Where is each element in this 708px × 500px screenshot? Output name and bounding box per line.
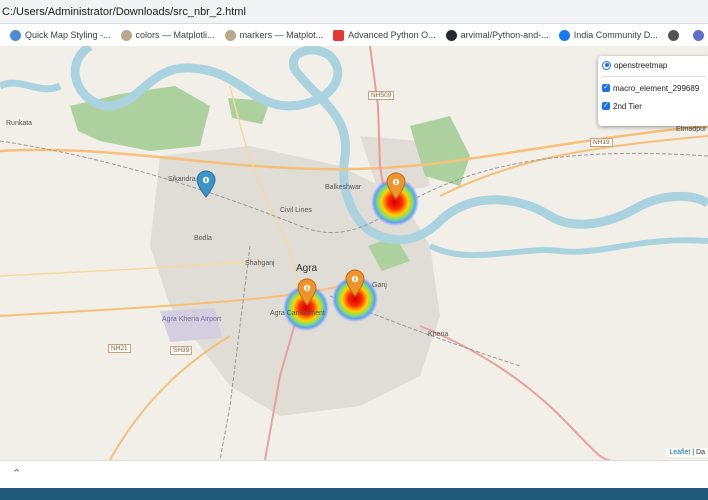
road-badge: NH19 (590, 138, 613, 147)
youtube-icon (333, 29, 345, 41)
bookmark-label: Quick Map Styling -... (25, 30, 111, 40)
map-label: Etmadpur (676, 126, 707, 133)
bookmark-0[interactable]: Quick Map Styling -... (10, 29, 111, 41)
layer-divider (602, 76, 706, 77)
base-layer-option[interactable]: openstreetmap (598, 56, 708, 74)
map-label: Agra Kheria Airport (162, 316, 222, 323)
road-badge: NH21 (108, 344, 131, 353)
os-taskbar (0, 488, 708, 500)
map-label-city: Agra (296, 263, 318, 274)
map-attribution: Leaflet | Da (666, 448, 708, 457)
extension-icon (692, 29, 704, 41)
map-label: Kheria (428, 331, 449, 338)
map-label: Civil Lines (280, 207, 312, 214)
bookmark-label: markers — Matplot... (239, 30, 324, 40)
info-icon (306, 286, 308, 290)
map-marker-orange[interactable] (345, 269, 365, 297)
map-label: Balkeshwar (325, 184, 362, 191)
bookmark-label: colors — Matplotli... (135, 30, 215, 40)
overlay-option[interactable]: ✓ macro_element_299689 (598, 79, 708, 97)
chevron-up-icon[interactable]: ⌃ (12, 467, 21, 480)
bookmark-label: arvimal/Python-and-... (460, 30, 549, 40)
bookmark-4[interactable]: arvimal/Python-and-... (445, 29, 549, 41)
attribution-text: | Da (690, 449, 705, 456)
radio-selected-icon[interactable] (602, 60, 611, 70)
layer-control: openstreetmap ✓ macro_element_299689 ✓ 2… (598, 56, 708, 126)
base-layer-label: openstreetmap (614, 60, 668, 70)
matplotlib-icon (224, 29, 236, 41)
bookmarks-bar: Quick Map Styling -... colors — Matplotl… (0, 24, 708, 47)
bookmark-label: India Community D... (573, 30, 658, 40)
bookmark-label: Advanced Python O... (348, 30, 436, 40)
address-bar[interactable]: C:/Users/Administrator/Downloads/src_nbr… (0, 0, 708, 24)
address-text: C:/Users/Administrator/Downloads/src_nbr… (2, 6, 246, 18)
road-badge: NH509 (368, 91, 395, 100)
bookmark-1[interactable]: colors — Matplotli... (120, 29, 215, 41)
map-marker-blue[interactable] (196, 170, 216, 198)
leaflet-link[interactable]: Leaflet (669, 449, 690, 456)
bookmark-5[interactable]: India Community D... (558, 29, 658, 41)
bookmark-2[interactable]: markers — Matplot... (224, 29, 324, 41)
map-label: Ganj (372, 282, 387, 289)
info-icon (395, 180, 397, 184)
facebook-icon (558, 29, 570, 41)
globe-icon (667, 29, 679, 41)
map-label: Runkata (6, 120, 33, 127)
browser-bottom-bar: ⌃ (0, 460, 708, 489)
map-marker-orange[interactable] (297, 278, 317, 306)
overlay-option[interactable]: ✓ 2nd Tier (598, 97, 708, 115)
info-icon (354, 277, 356, 281)
map-styling-icon (10, 29, 21, 41)
map-label: Shahganj (245, 260, 275, 267)
extension-bookmark[interactable] (692, 29, 708, 41)
info-icon (205, 178, 207, 182)
matplotlib-icon (120, 29, 132, 41)
bookmark-3[interactable]: Advanced Python O... (333, 29, 436, 41)
road-badge: SH39 (170, 346, 193, 355)
github-icon (445, 29, 457, 41)
globe-bookmark[interactable] (667, 29, 683, 41)
map-label: Agra Cantonment (270, 310, 325, 317)
map-marker-orange[interactable] (386, 172, 406, 200)
checkbox-checked-icon[interactable]: ✓ (602, 84, 610, 92)
map-label: Bodla (194, 235, 212, 242)
checkbox-checked-icon[interactable]: ✓ (602, 102, 610, 110)
overlay-label: 2nd Tier (613, 101, 642, 111)
map-label: Sikandra (168, 176, 196, 183)
overlay-label: macro_element_299689 (613, 83, 700, 93)
